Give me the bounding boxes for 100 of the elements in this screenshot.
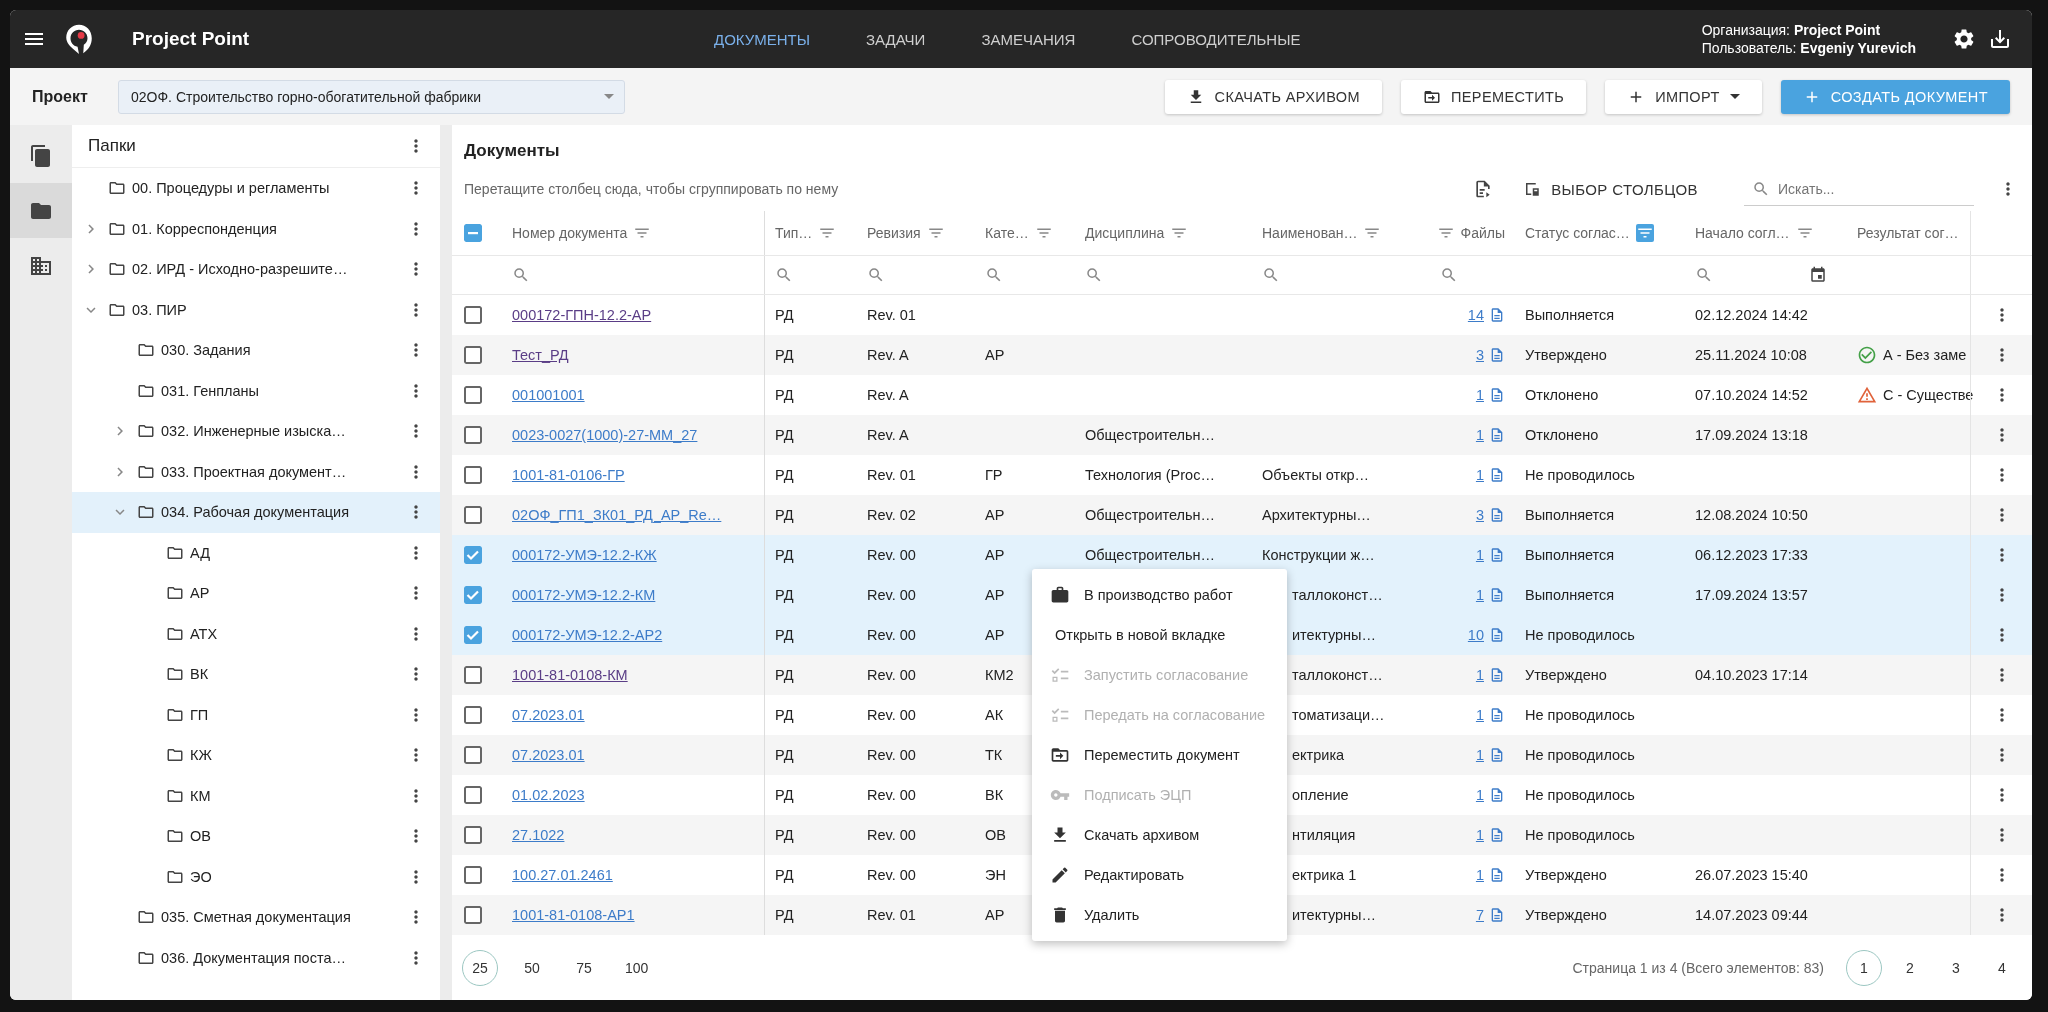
document-link[interactable]: 07.2023.01 xyxy=(512,747,585,763)
row-checkbox[interactable] xyxy=(464,426,482,444)
select-all-checkbox[interactable] xyxy=(464,224,482,242)
document-link[interactable]: 000172-УМЭ-12.2-КЖ xyxy=(512,547,657,563)
project-dropdown[interactable]: 02ОФ. Строительство горно-обогатительной фабрики xyxy=(118,79,625,114)
page-button[interactable]: 3 xyxy=(1938,949,1974,986)
nav-tab[interactable]: ДОКУМЕНТЫ xyxy=(714,30,811,48)
nav-tab[interactable]: ЗАМЕЧАНИЯ xyxy=(981,30,1076,48)
column-chooser-button[interactable]: ВЫБОР СТОЛБЦОВ xyxy=(1511,180,1710,198)
column-header[interactable]: Ревизия xyxy=(857,211,975,255)
move-button[interactable]: ПЕРЕМЕСТИТЬ xyxy=(1400,79,1587,114)
search-field[interactable]: Искать... xyxy=(1744,172,1974,206)
document-link[interactable]: 1001-81-0106-ГР xyxy=(512,467,625,483)
files-link[interactable]: 1 xyxy=(1475,427,1484,443)
row-checkbox[interactable] xyxy=(464,506,482,524)
column-header[interactable]: Файлы xyxy=(1430,211,1515,255)
folder-item[interactable]: 033. Проектная документ… xyxy=(72,451,440,492)
row-checkbox[interactable] xyxy=(464,866,482,884)
settings-icon[interactable] xyxy=(1952,27,1976,51)
files-link[interactable]: 7 xyxy=(1475,907,1484,923)
folder-item[interactable]: АР xyxy=(72,573,440,614)
menu-item[interactable]: Удалить xyxy=(1032,895,1287,935)
column-header[interactable]: Начало согл… xyxy=(1685,211,1847,255)
search-icon[interactable] xyxy=(1440,266,1458,284)
menu-item[interactable]: В производство работ xyxy=(1032,575,1287,615)
row-checkbox[interactable] xyxy=(464,546,482,564)
folder-item[interactable]: 034. Рабочая документация xyxy=(72,492,440,533)
document-link[interactable]: 02ОФ_ГП1_ЗК01_РД_АР_Re… xyxy=(512,507,722,523)
folder-item[interactable]: ГП xyxy=(72,694,440,735)
column-header[interactable]: Наименован… xyxy=(1252,211,1430,255)
row-checkbox[interactable] xyxy=(464,346,482,364)
document-link[interactable]: 1001-81-0108-КМ xyxy=(512,667,628,683)
files-link[interactable]: 1 xyxy=(1475,547,1484,563)
rail-tab[interactable] xyxy=(10,183,72,238)
row-checkbox[interactable] xyxy=(464,586,482,604)
download-icon[interactable] xyxy=(1988,27,2012,51)
folder-item[interactable]: ОВ xyxy=(72,816,440,857)
calendar-icon[interactable] xyxy=(1809,266,1827,284)
folder-item[interactable]: 00. Процедуры и регламенты xyxy=(72,168,440,209)
search-icon[interactable] xyxy=(1085,266,1103,284)
document-link[interactable]: 000172-УМЭ-12.2-АР2 xyxy=(512,627,663,643)
folder-item[interactable]: 032. Инженерные изыска… xyxy=(72,411,440,452)
row-checkbox[interactable] xyxy=(464,666,482,684)
files-link[interactable]: 3 xyxy=(1475,347,1484,363)
files-link[interactable]: 1 xyxy=(1475,587,1484,603)
menu-item[interactable]: Переместить документ xyxy=(1032,735,1287,775)
column-header[interactable]: Номер документа xyxy=(502,211,765,255)
folder-item[interactable]: КМ xyxy=(72,775,440,816)
row-checkbox[interactable] xyxy=(464,306,482,324)
folder-item[interactable]: ВК xyxy=(72,654,440,695)
folder-item[interactable]: 036. Документация поста… xyxy=(72,937,440,978)
row-checkbox[interactable] xyxy=(464,826,482,844)
menu-item[interactable]: Редактировать xyxy=(1032,855,1287,895)
document-link[interactable]: 000172-УМЭ-12.2-КМ xyxy=(512,587,656,603)
nav-tab[interactable]: ЗАДАЧИ xyxy=(866,30,926,48)
page-size-button[interactable]: 50 xyxy=(514,949,550,986)
folder-item[interactable]: 031. Генпланы xyxy=(72,370,440,411)
filter-icon[interactable] xyxy=(1635,224,1654,242)
files-link[interactable]: 1 xyxy=(1475,467,1484,483)
folder-item[interactable]: КЖ xyxy=(72,735,440,776)
download-button[interactable]: СКАЧАТЬ АРХИВОМ xyxy=(1164,79,1382,114)
files-link[interactable]: 3 xyxy=(1475,507,1484,523)
document-link[interactable]: 000172-ГПН-12.2-АР xyxy=(512,307,652,323)
folder-item[interactable]: АД xyxy=(72,532,440,573)
row-checkbox[interactable] xyxy=(464,466,482,484)
document-link[interactable]: 0023-0027(1000)-27-ММ_27 xyxy=(512,427,698,443)
folder-item[interactable]: 03. ПИР xyxy=(72,289,440,330)
column-header[interactable]: Статус соглас… xyxy=(1515,211,1685,255)
search-icon[interactable] xyxy=(775,266,793,284)
column-header[interactable]: Дисциплина xyxy=(1075,211,1252,255)
files-link[interactable]: 14 xyxy=(1467,307,1484,323)
page-button[interactable]: 2 xyxy=(1892,949,1928,986)
files-link[interactable]: 1 xyxy=(1475,747,1484,763)
page-button[interactable]: 4 xyxy=(1984,949,2020,986)
search-icon[interactable] xyxy=(1695,266,1713,284)
column-header[interactable]: Тип… xyxy=(765,211,857,255)
page-size-button[interactable]: 100 xyxy=(618,949,654,986)
search-icon[interactable] xyxy=(985,266,1003,284)
folder-item[interactable]: 035. Сметная документация xyxy=(72,897,440,938)
files-link[interactable]: 1 xyxy=(1475,787,1484,803)
files-link[interactable]: 1 xyxy=(1475,387,1484,403)
search-icon[interactable] xyxy=(1262,266,1280,284)
row-checkbox[interactable] xyxy=(464,786,482,804)
row-checkbox[interactable] xyxy=(464,706,482,724)
document-link[interactable]: 100.27.01.2461 xyxy=(512,867,613,883)
column-header[interactable]: Результат сог… xyxy=(1847,211,1970,255)
files-link[interactable]: 1 xyxy=(1475,867,1484,883)
import-button[interactable]: ИМПОРТ xyxy=(1605,79,1762,114)
files-link[interactable]: 10 xyxy=(1467,627,1484,643)
document-link[interactable]: Тест_РД xyxy=(512,347,569,363)
folder-item[interactable]: 030. Задания xyxy=(72,330,440,371)
document-link[interactable]: 07.2023.01 xyxy=(512,707,585,723)
row-checkbox[interactable] xyxy=(464,746,482,764)
files-link[interactable]: 1 xyxy=(1475,707,1484,723)
files-link[interactable]: 1 xyxy=(1475,667,1484,683)
files-link[interactable]: 1 xyxy=(1475,827,1484,843)
menu-item[interactable]: Открыть в новой вкладке xyxy=(1032,615,1287,655)
folder-item[interactable]: АТХ xyxy=(72,613,440,654)
row-checkbox[interactable] xyxy=(464,626,482,644)
folder-item[interactable]: 02. ИРД - Исходно-разрешите… xyxy=(72,249,440,290)
